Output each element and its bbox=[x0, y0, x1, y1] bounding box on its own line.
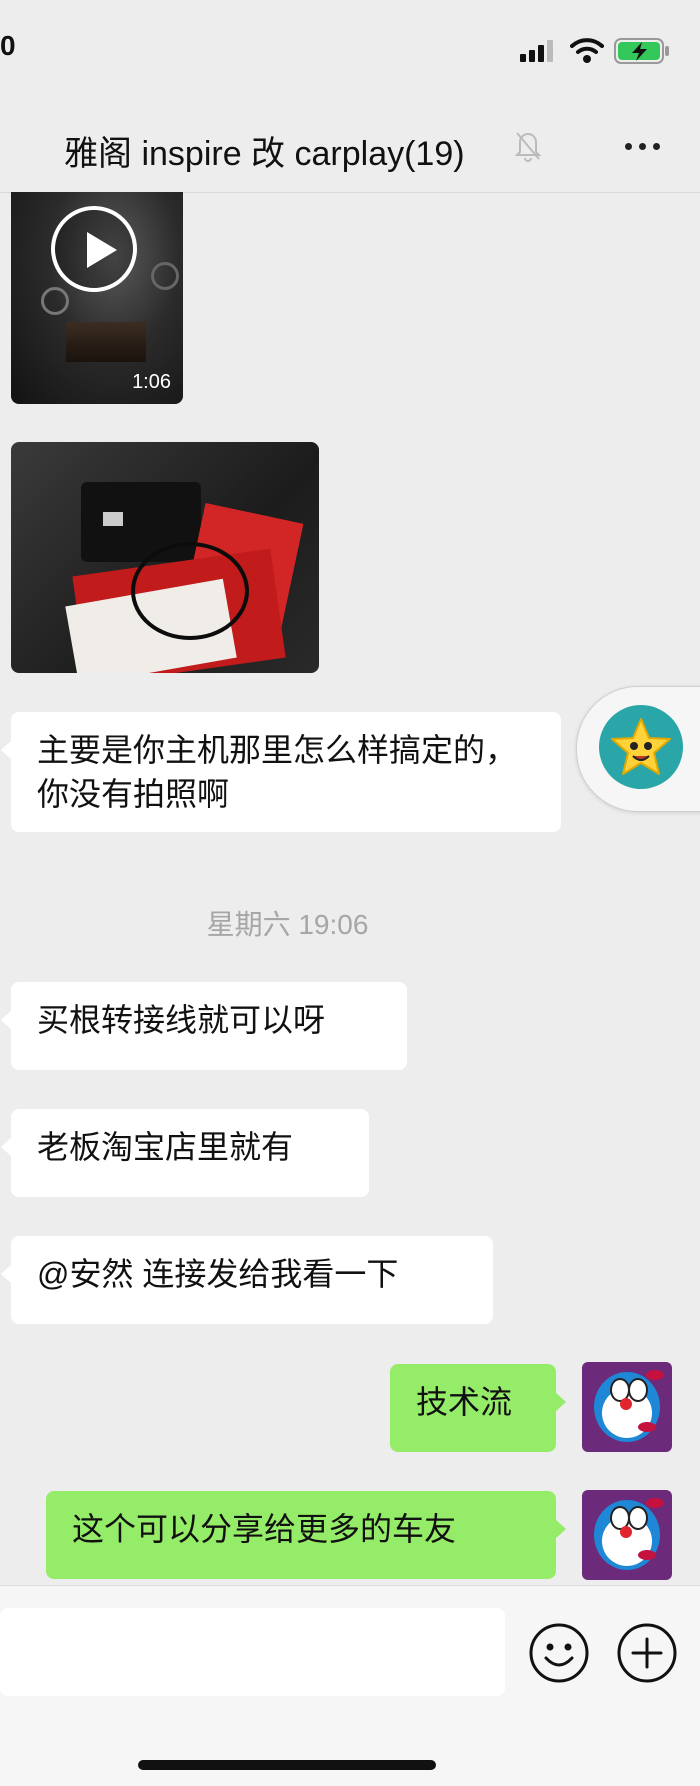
chat-title: 雅阁 inspire 改 carplay(19) bbox=[64, 135, 465, 173]
avatar-nose bbox=[620, 1526, 632, 1538]
photo-usb-port bbox=[103, 512, 123, 526]
message-timestamp: 星期六 19:06 bbox=[206, 909, 369, 940]
chat-header: 雅阁 inspire 改 carplay(19) bbox=[0, 100, 700, 193]
avatar-lips bbox=[638, 1422, 656, 1432]
dot bbox=[638, 142, 646, 150]
message-text: 主要是你主机那里怎么样搞定的，你没有拍照啊 bbox=[37, 732, 518, 812]
avatar-eye bbox=[628, 1378, 648, 1402]
own-message-bubble[interactable]: 技术流 bbox=[390, 1364, 566, 1452]
video-message[interactable]: 1:06 bbox=[11, 192, 183, 404]
message-text: 技术流 bbox=[416, 1384, 513, 1420]
image-message[interactable] bbox=[11, 442, 319, 673]
message-input[interactable] bbox=[0, 1608, 505, 1696]
add-button[interactable] bbox=[616, 1622, 678, 1684]
emoji-button[interactable] bbox=[528, 1622, 590, 1684]
video-duration: 1:06 bbox=[132, 371, 171, 393]
star-sticker-icon bbox=[599, 705, 683, 789]
battery-charging-icon bbox=[614, 38, 669, 64]
own-message-bubble[interactable]: 这个可以分享给更多的车友 bbox=[46, 1491, 566, 1579]
dot bbox=[624, 142, 632, 150]
status-bar: 0 bbox=[0, 0, 700, 100]
message-bubble[interactable]: 买根转接线就可以呀 bbox=[1, 982, 407, 1070]
play-icon[interactable] bbox=[51, 206, 137, 292]
home-indicator[interactable] bbox=[138, 1760, 436, 1770]
video-scene-knob bbox=[41, 287, 69, 315]
message-text: 这个可以分享给更多的车友 bbox=[72, 1511, 457, 1547]
avatar-lips bbox=[638, 1550, 656, 1560]
avatar[interactable] bbox=[582, 1490, 672, 1580]
cellular-signal-icon bbox=[520, 40, 553, 62]
avatar-nose bbox=[620, 1398, 632, 1410]
video-scene-screen bbox=[66, 322, 146, 362]
dot bbox=[652, 142, 660, 150]
status-time: 0 bbox=[0, 30, 16, 61]
avatar[interactable] bbox=[582, 1362, 672, 1452]
input-bar bbox=[0, 1585, 700, 1786]
message-bubble[interactable]: 主要是你主机那里怎么样搞定的，你没有拍照啊 bbox=[1, 712, 561, 832]
message-text: 老板淘宝店里就有 bbox=[37, 1129, 294, 1165]
message-bubble[interactable]: @安然 连接发给我看一下 bbox=[1, 1236, 493, 1324]
message-text: @安然 连接发给我看一下 bbox=[37, 1256, 399, 1292]
avatar-lips bbox=[646, 1370, 664, 1380]
mute-bell-icon bbox=[514, 132, 542, 162]
more-options-button[interactable] bbox=[612, 128, 672, 164]
video-scene-knob bbox=[151, 262, 179, 290]
message-bubble[interactable]: 老板淘宝店里就有 bbox=[1, 1109, 369, 1197]
avatar-lips bbox=[646, 1498, 664, 1508]
photo-cable bbox=[131, 542, 249, 640]
floating-sticker-button[interactable] bbox=[576, 686, 700, 812]
wifi-icon bbox=[570, 38, 604, 63]
message-text: 买根转接线就可以呀 bbox=[37, 1002, 326, 1038]
avatar-eye bbox=[628, 1506, 648, 1530]
